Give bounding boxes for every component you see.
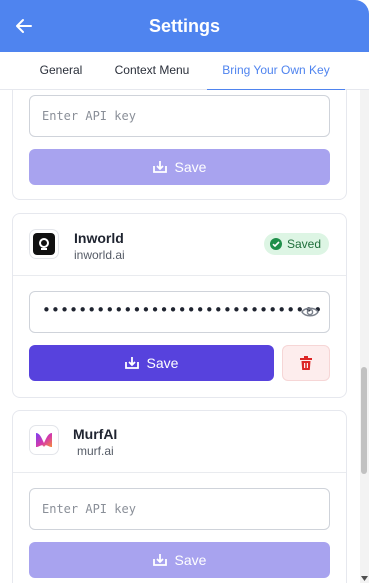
provider-header: Inworld inworld.ai Saved (13, 214, 346, 276)
save-label: Save (174, 159, 207, 175)
tab-context-menu[interactable]: Context Menu (104, 52, 200, 90)
save-icon (124, 357, 139, 369)
api-key-placeholder: Enter API key (42, 109, 136, 123)
scrollbar[interactable] (360, 90, 369, 583)
api-key-input[interactable]: Enter API key (29, 95, 330, 137)
save-label: Save (174, 552, 207, 568)
provider-header: MurfAI murf.ai (13, 411, 346, 473)
app-header: Settings (0, 0, 369, 52)
save-button[interactable]: Save (29, 542, 330, 578)
provider-url: inworld.ai (74, 248, 125, 262)
check-circle-icon (269, 238, 282, 250)
eye-icon[interactable] (301, 303, 319, 326)
save-button[interactable]: Save (29, 149, 330, 185)
scroll-down-arrow-icon[interactable] (361, 576, 368, 581)
api-key-value: ••••••••••••••••••••••••••••••• (42, 301, 323, 319)
back-button[interactable] (10, 12, 38, 40)
inworld-logo (29, 229, 59, 259)
api-key-input[interactable]: Enter API key (29, 488, 330, 530)
provider-card-murf: MurfAI murf.ai Enter API key Save (12, 410, 347, 583)
delete-button[interactable] (282, 345, 330, 381)
provider-name: Inworld (74, 230, 124, 246)
save-label: Save (146, 355, 179, 371)
provider-url: murf.ai (77, 444, 114, 458)
provider-card-top: Enter API key Save (12, 90, 347, 200)
provider-card-inworld: Inworld inworld.ai Saved •••••••••••••••… (12, 213, 347, 398)
tab-bar: General Context Menu Bring Your Own Key (0, 52, 369, 91)
murf-logo (29, 425, 59, 455)
tab-general[interactable]: General (28, 52, 94, 90)
trash-icon (300, 356, 312, 370)
status-badge-label: Saved (286, 237, 321, 251)
save-icon (152, 554, 167, 566)
status-badge: Saved (263, 233, 329, 255)
scrollbar-thumb[interactable] (361, 367, 367, 474)
tab-bring-your-own-key[interactable]: Bring Your Own Key (207, 52, 345, 91)
save-button[interactable]: Save (29, 345, 274, 381)
api-key-placeholder: Enter API key (42, 502, 136, 516)
save-icon (152, 161, 167, 173)
arrow-left-icon (16, 19, 32, 33)
provider-name: MurfAI (73, 426, 118, 442)
page-title: Settings (148, 15, 220, 36)
api-key-input[interactable]: ••••••••••••••••••••••••••••••• (29, 291, 330, 333)
settings-content: Enter API key Save Inworld inworld.ai Sa… (0, 90, 369, 583)
